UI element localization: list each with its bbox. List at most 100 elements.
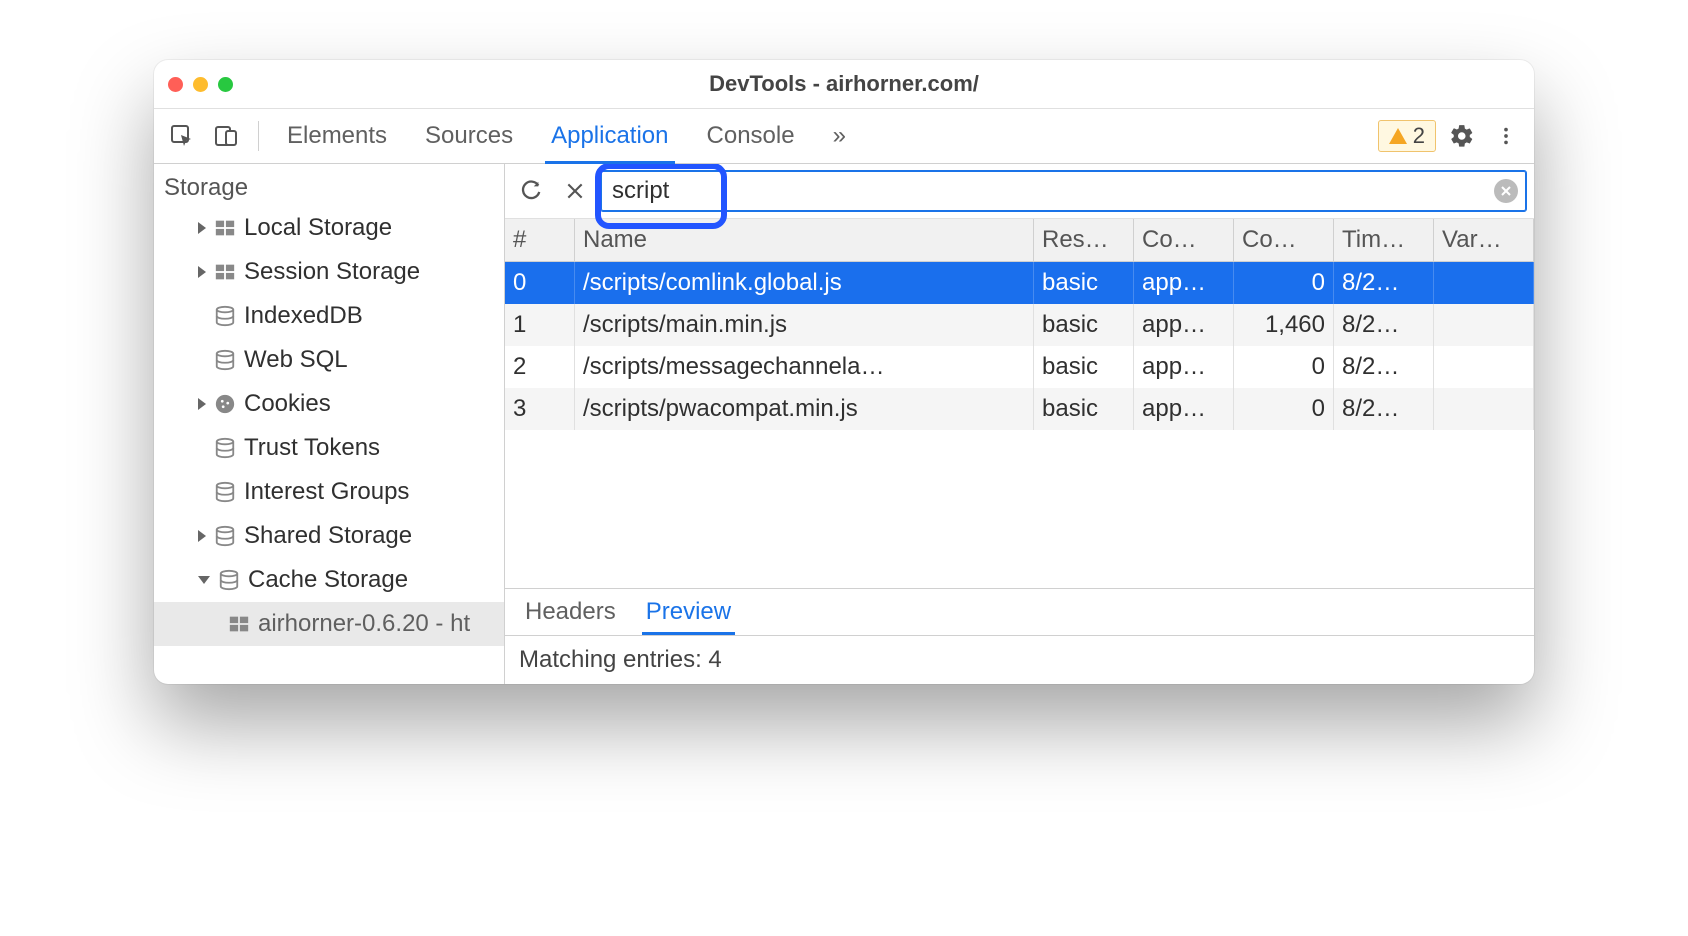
sidebar-item-cache-entry[interactable]: airhorner-0.6.20 - ht [154,602,504,646]
col-index[interactable]: # [505,219,575,261]
cell-content-length: 0 [1234,262,1334,304]
status-bar: Matching entries: 4 [505,635,1534,684]
close-window-button[interactable] [168,77,183,92]
cookie-icon [214,393,236,415]
warnings-chip[interactable]: 2 [1378,120,1436,152]
sidebar-item-label: IndexedDB [244,302,363,330]
table-row[interactable]: 1/scripts/main.min.jsbasicapp…1,4608/2… [505,304,1534,346]
col-content-type[interactable]: Co… [1134,219,1234,261]
sidebar-item-interest-groups[interactable]: Interest Groups [154,470,504,514]
sidebar-item-indexeddb[interactable]: IndexedDB [154,294,504,338]
detail-tab-preview[interactable]: Preview [646,589,731,635]
table-header-row: # Name Res… Co… Co… Tim… Var… [505,219,1534,262]
clear-filter-button[interactable] [1494,179,1518,203]
db-icon [218,569,240,591]
cell-vary [1434,262,1534,304]
grid-icon [228,613,250,635]
disclosure-triangle-icon [198,398,206,410]
sidebar-item-cache-storage[interactable]: Cache Storage [154,558,504,602]
zoom-window-button[interactable] [218,77,233,92]
sidebar-item-shared-storage[interactable]: Shared Storage [154,514,504,558]
sidebar-item-web-sql[interactable]: Web SQL [154,338,504,382]
main-pane: Storage Local StorageSession StorageInde… [154,164,1534,684]
sidebar-item-label: airhorner-0.6.20 - ht [258,610,470,638]
col-time-cached[interactable]: Tim… [1334,219,1434,261]
close-icon [565,181,585,201]
disclosure-triangle-icon [198,576,210,584]
more-menu-button[interactable] [1488,118,1524,154]
inspect-element-icon[interactable] [164,118,200,154]
col-response-type[interactable]: Res… [1034,219,1134,261]
cell-name: /scripts/main.min.js [575,304,1034,346]
filter-input[interactable] [601,171,1526,211]
cell-content-length: 0 [1234,388,1334,430]
cell-vary [1434,388,1534,430]
sidebar-item-label: Cookies [244,390,331,418]
cell-index: 0 [505,262,575,304]
devtools-window: DevTools - airhorner.com/ Elements Sourc… [154,60,1534,684]
minimize-window-button[interactable] [193,77,208,92]
cell-time-cached: 8/2… [1334,262,1434,304]
cell-index: 2 [505,346,575,388]
cell-name: /scripts/comlink.global.js [575,262,1034,304]
table-row[interactable]: 3/scripts/pwacompat.min.jsbasicapp…08/2… [505,388,1534,430]
window-controls [168,77,233,92]
detail-tabs: Headers Preview [505,588,1534,635]
table-body[interactable]: 0/scripts/comlink.global.jsbasicapp…08/2… [505,262,1534,588]
sidebar-item-cookies[interactable]: Cookies [154,382,504,426]
cache-toolbar [505,164,1534,219]
refresh-button[interactable] [513,173,549,209]
cell-index: 1 [505,304,575,346]
disclosure-triangle-icon [198,266,206,278]
refresh-icon [520,180,542,202]
db-icon [214,349,236,371]
cell-content-type: app… [1134,262,1234,304]
cell-name: /scripts/messagechannela… [575,346,1034,388]
cell-time-cached: 8/2… [1334,304,1434,346]
cache-entries-table: # Name Res… Co… Co… Tim… Var… 0/scripts/… [505,219,1534,588]
application-sidebar: Storage Local StorageSession StorageInde… [154,164,505,684]
clear-icon [1500,185,1512,197]
warnings-count: 2 [1413,123,1425,149]
detail-tab-headers[interactable]: Headers [525,589,616,635]
tab-application[interactable]: Application [551,109,668,163]
tab-sources[interactable]: Sources [425,109,513,163]
sidebar-item-label: Shared Storage [244,522,412,550]
cell-response-type: basic [1034,262,1134,304]
col-name[interactable]: Name [575,219,1034,261]
disclosure-triangle-icon [198,222,206,234]
table-row[interactable]: 0/scripts/comlink.global.jsbasicapp…08/2… [505,262,1534,304]
sidebar-item-local-storage[interactable]: Local Storage [154,206,504,250]
titlebar: DevTools - airhorner.com/ [154,60,1534,109]
settings-button[interactable] [1444,118,1480,154]
toggle-device-toolbar-icon[interactable] [208,118,244,154]
sidebar-item-label: Trust Tokens [244,434,380,462]
tab-console[interactable]: Console [707,109,795,163]
cell-name: /scripts/pwacompat.min.js [575,388,1034,430]
db-icon [214,481,236,503]
delete-selected-button[interactable] [557,173,593,209]
cell-response-type: basic [1034,304,1134,346]
grid-icon [214,217,236,239]
cell-index: 3 [505,388,575,430]
sidebar-item-session-storage[interactable]: Session Storage [154,250,504,294]
kebab-icon [1495,125,1517,147]
sidebar-item-trust-tokens[interactable]: Trust Tokens [154,426,504,470]
tabs-overflow[interactable]: » [833,109,846,163]
storage-tree: Local Storage Session Storage IndexedDB Web… [154,206,504,646]
cell-vary [1434,346,1534,388]
cell-content-length: 1,460 [1234,304,1334,346]
sidebar-item-label: Session Storage [244,258,420,286]
db-icon [214,305,236,327]
cell-time-cached: 8/2… [1334,388,1434,430]
db-icon [214,437,236,459]
table-row[interactable]: 2/scripts/messagechannela…basicapp…08/2… [505,346,1534,388]
cell-content-length: 0 [1234,346,1334,388]
status-text: Matching entries: 4 [519,646,722,674]
cell-content-type: app… [1134,388,1234,430]
warning-icon [1389,128,1407,144]
tab-elements[interactable]: Elements [287,109,387,163]
col-vary[interactable]: Var… [1434,219,1534,261]
col-content-length[interactable]: Co… [1234,219,1334,261]
cell-vary [1434,304,1534,346]
